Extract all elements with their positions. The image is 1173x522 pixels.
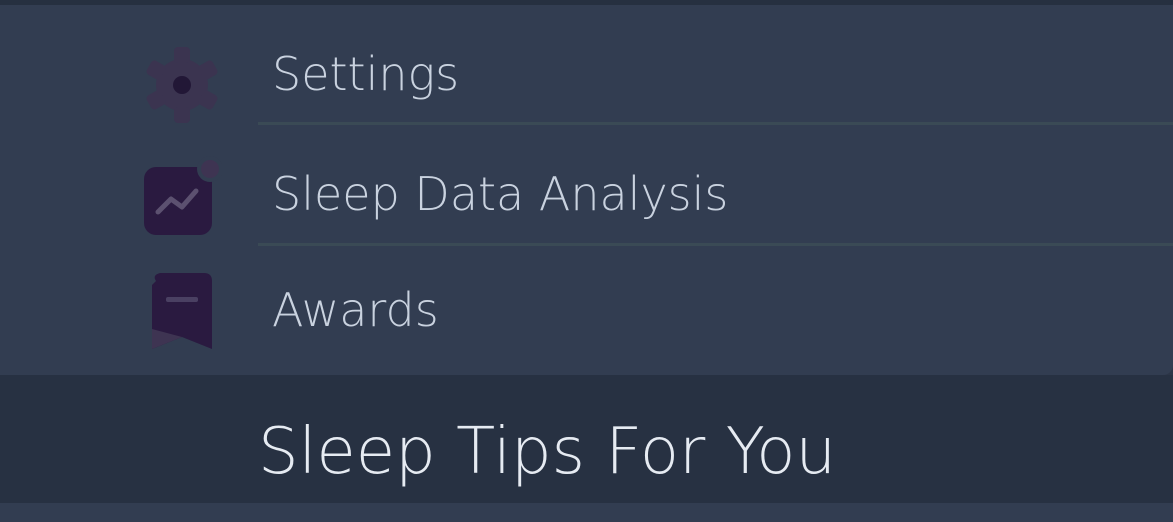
sleep-data-analysis-label: Sleep Data Analysis <box>272 167 729 221</box>
bottom-strip <box>0 503 1173 522</box>
section-header: Sleep Tips For You <box>0 375 1173 503</box>
settings-label: Settings <box>272 47 460 101</box>
divider <box>258 243 1173 246</box>
menu-card: Settings Sleep Data Analysis Awards <box>0 5 1173 375</box>
section-title: Sleep Tips For You <box>258 415 836 489</box>
menu-item-settings[interactable]: Settings <box>0 41 1173 123</box>
awards-label: Awards <box>272 283 439 337</box>
bookmark-award-icon <box>142 271 222 351</box>
chart-notification-icon <box>142 155 222 235</box>
menu-item-sleep-data-analysis[interactable]: Sleep Data Analysis <box>0 155 1173 237</box>
divider <box>258 122 1173 125</box>
gear-icon <box>142 45 222 125</box>
menu-item-awards[interactable]: Awards <box>0 271 1173 353</box>
